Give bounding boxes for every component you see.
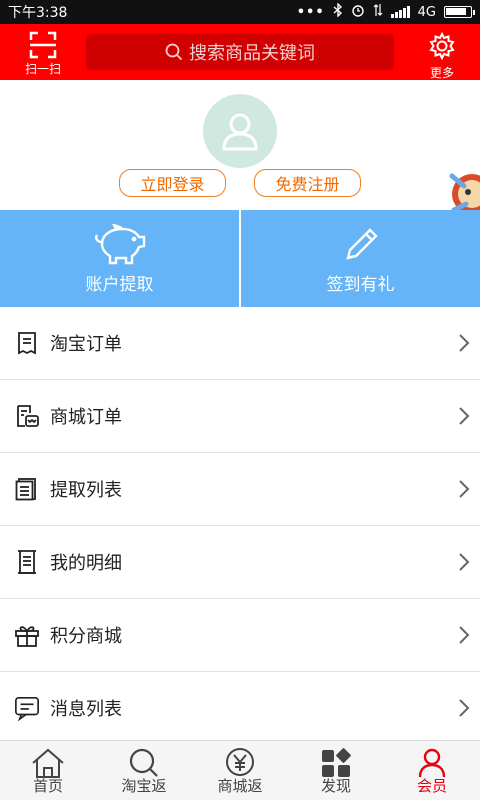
nav-member[interactable]: 会员 (384, 741, 480, 800)
nav-label: 会员 (416, 777, 447, 795)
menu-my-details[interactable]: 我的明细 (0, 526, 480, 599)
menu-label: 积分商城 (50, 626, 122, 647)
nav-home[interactable]: 首页 (0, 741, 96, 800)
more-button[interactable]: 更多 (422, 31, 462, 80)
tile-checkin[interactable]: 签到有礼 (239, 210, 480, 307)
scan-button[interactable]: 扫一扫 (20, 30, 66, 76)
tile-label: 签到有礼 (326, 275, 395, 295)
gift-icon (14, 622, 40, 648)
status-bar: 下午3:38 ••• 4G (0, 0, 480, 24)
notification-dots: ••• (296, 4, 325, 20)
list-doc-icon (14, 476, 40, 502)
menu-label: 提取列表 (50, 480, 122, 501)
bottom-nav: 首页 淘宝返 商城返 发现 会员 (0, 740, 480, 800)
chevron-right-icon (458, 552, 470, 576)
chevron-right-icon (458, 479, 470, 503)
gear-icon (429, 31, 455, 61)
nav-label: 商城返 (217, 777, 263, 795)
signal-icon (390, 6, 410, 18)
quick-action-tiles: 账户提取 签到有礼 (0, 210, 480, 307)
more-label: 更多 (429, 66, 454, 80)
piggy-bank-icon (94, 224, 145, 265)
detail-scroll-icon (14, 549, 40, 575)
menu-points-mall[interactable]: 积分商城 (0, 599, 480, 672)
nav-discover[interactable]: 发现 (288, 741, 384, 800)
status-icons: ••• 4G (296, 2, 475, 21)
menu-label: 消息列表 (50, 699, 122, 720)
scan-icon (29, 31, 57, 59)
nav-label: 首页 (32, 777, 63, 795)
nav-mall-rebate[interactable]: 商城返 (192, 741, 288, 800)
menu-taobao-orders[interactable]: 淘宝订单 (0, 307, 480, 380)
shop-order-icon (14, 403, 40, 429)
bluetooth-icon (333, 2, 343, 21)
status-time: 下午3:38 (8, 5, 68, 21)
chevron-right-icon (458, 625, 470, 649)
menu-label: 淘宝订单 (50, 334, 122, 355)
member-menu-list: 淘宝订单 商城订单 提取列表 我的明细 积分商城 消息列表 (0, 307, 480, 745)
menu-message-list[interactable]: 消息列表 (0, 672, 480, 745)
profile-section: 立即登录 免费注册 (0, 80, 480, 214)
message-icon (14, 695, 40, 721)
avatar[interactable] (203, 94, 277, 168)
login-button[interactable]: 立即登录 (119, 169, 226, 197)
nav-label: 发现 (320, 777, 351, 795)
nav-taobao-rebate[interactable]: 淘宝返 (96, 741, 192, 800)
nav-label: 淘宝返 (121, 777, 167, 795)
tile-account-withdraw[interactable]: 账户提取 (0, 210, 239, 307)
search-input[interactable]: 搜索商品关键词 (86, 34, 394, 70)
register-button[interactable]: 免费注册 (254, 169, 361, 197)
chevron-right-icon (458, 333, 470, 357)
chevron-right-icon (458, 406, 470, 430)
menu-label: 商城订单 (50, 407, 122, 428)
tile-label: 账户提取 (85, 275, 154, 295)
top-header: 扫一扫 搜索商品关键词 更多 (0, 24, 480, 80)
receipt-icon (14, 330, 40, 356)
menu-withdraw-list[interactable]: 提取列表 (0, 453, 480, 526)
chevron-right-icon (458, 698, 470, 722)
data-transfer-icon (373, 3, 383, 21)
scan-label: 扫一扫 (24, 62, 61, 76)
user-icon (222, 113, 258, 151)
search-placeholder: 搜索商品关键词 (189, 43, 315, 64)
menu-mall-orders[interactable]: 商城订单 (0, 380, 480, 453)
pencil-icon (345, 228, 378, 260)
battery-icon (444, 6, 475, 18)
network-type: 4G (417, 4, 436, 20)
alarm-icon (351, 3, 365, 21)
menu-label: 我的明细 (50, 553, 122, 574)
search-icon (165, 43, 183, 61)
